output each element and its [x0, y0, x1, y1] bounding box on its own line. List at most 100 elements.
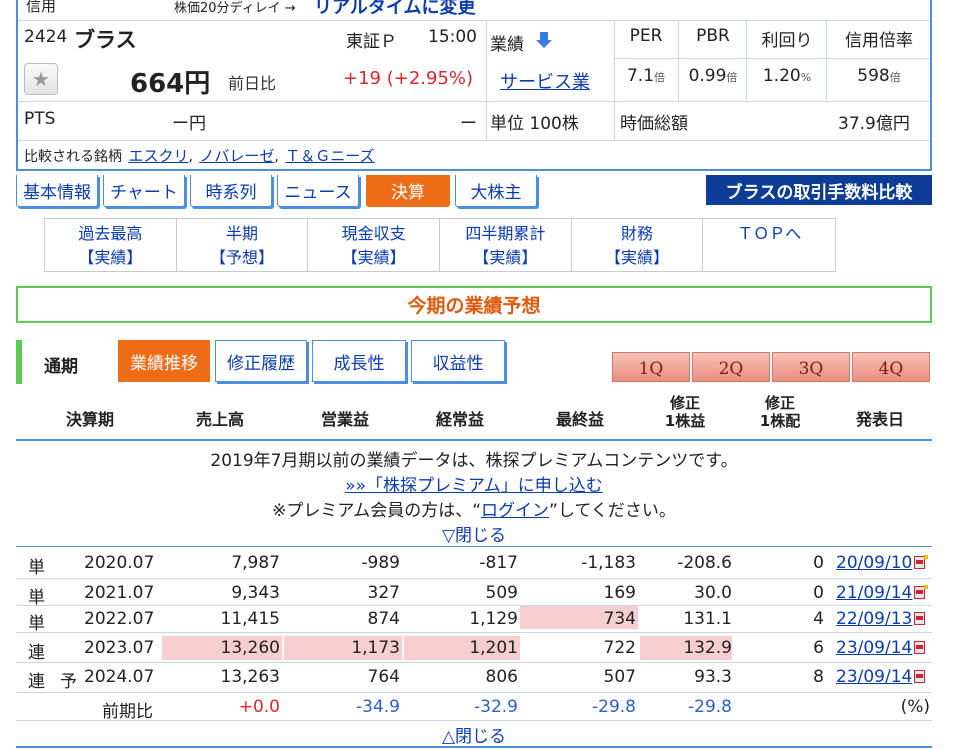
metric-pbr-value: 0.99倍 — [688, 66, 738, 86]
period-label: 通期 — [44, 357, 78, 377]
close-bottom-link[interactable]: △閉じる — [16, 722, 932, 747]
realtime-link[interactable]: リアルタイムに変更 — [314, 0, 475, 19]
col-sales: 売上高 — [195, 410, 244, 429]
metric-margin-value: 598倍 — [857, 66, 901, 86]
metric-yield-label: 利回り — [761, 31, 813, 51]
subnav-record-high[interactable]: 過去最高 【実績】 — [45, 219, 177, 271]
col-net: 最終益 — [555, 410, 604, 429]
pts-label: PTS — [24, 109, 56, 129]
tab-revision-history[interactable]: 修正履歴 — [215, 340, 307, 382]
compare-link[interactable]: エスクリ — [128, 147, 188, 165]
fee-comparison-button[interactable]: ブラスの取引手数料比較 — [706, 175, 932, 205]
forecast-title: 今期の業績予想 — [16, 286, 932, 323]
tab-growth[interactable]: 成長性 — [312, 340, 406, 382]
divider — [16, 632, 932, 633]
divider — [18, 20, 930, 21]
subnav-cash-flow[interactable]: 現金収支 【実績】 — [308, 219, 441, 271]
star-icon[interactable]: ★ — [24, 63, 58, 95]
pts-change: ー — [460, 114, 477, 134]
market-cap-value: 37.9億円 — [838, 114, 910, 134]
pdf-icon[interactable] — [914, 555, 929, 569]
price-change: +19 (+2.95%) — [343, 68, 474, 89]
tab-performance-trend[interactable]: 業績推移 — [118, 340, 210, 382]
pdf-icon[interactable] — [914, 585, 929, 599]
quarter-1q-button[interactable]: 1Q — [612, 352, 690, 382]
premium-signup: »»「株探プレミアム」に申し込む — [16, 471, 932, 496]
divider — [16, 746, 932, 748]
earnings-subnav: 過去最高 【実績】 半期 【予想】 現金収支 【実績】 四半期累計 【実績】 財務 【実績… — [44, 218, 836, 272]
market-label: 東証Ｐ — [346, 32, 397, 52]
unit-label: 単位 100株 — [490, 114, 579, 134]
pdf-icon[interactable] — [914, 670, 926, 683]
col-date: 発表日 — [855, 410, 904, 429]
compare-link[interactable]: ノバレーゼ — [199, 147, 274, 165]
divider — [826, 20, 827, 102]
divider — [16, 662, 932, 663]
header-row: 信用 株価20分ディレイ → リアルタイムに変更 — [18, 0, 930, 20]
credit-label: 信用 — [26, 0, 57, 15]
divider — [16, 720, 932, 721]
divider — [16, 692, 932, 693]
sector-link[interactable]: サービス業 — [500, 68, 590, 94]
col-period: 決算期 — [65, 410, 114, 429]
subnav-quarterly[interactable]: 四半期累計 【実績】 — [440, 219, 572, 271]
quarter-2q-button[interactable]: 2Q — [692, 352, 770, 382]
date-link[interactable]: 20/09/10 — [836, 553, 912, 573]
stock-price: 664円 — [130, 69, 211, 99]
divider — [18, 140, 930, 141]
login-link[interactable]: ログイン — [481, 501, 549, 521]
close-top-link[interactable]: ▽閉じる — [16, 521, 932, 546]
divider — [614, 58, 930, 59]
stock-info-panel: 信用 株価20分ディレイ → リアルタイムに変更 2424 ブラス 東証Ｐ 15… — [16, 0, 932, 171]
metric-yield-value: 1.20% — [762, 66, 812, 86]
subnav-top[interactable]: ＴＯＰへ — [703, 219, 835, 271]
tab-news[interactable]: ニュース — [277, 175, 359, 207]
divider — [16, 546, 932, 547]
divider — [486, 20, 487, 140]
divider — [614, 20, 615, 140]
divider — [16, 439, 932, 441]
divider — [678, 20, 679, 102]
col-operating: 営業益 — [320, 410, 369, 429]
col-ordinary: 経常益 — [435, 410, 484, 429]
price-time: 15:00 — [428, 27, 477, 47]
col-eps: 修正 1株益 — [664, 394, 706, 430]
date-link[interactable]: 22/09/13 — [836, 609, 912, 629]
performance-label[interactable]: 業績 — [490, 30, 524, 55]
pdf-icon[interactable] — [914, 612, 926, 625]
date-link[interactable]: 23/09/14 — [836, 638, 912, 658]
premium-signup-link[interactable]: »»「株探プレミアム」に申し込む — [345, 476, 603, 496]
metric-margin-label: 信用倍率 — [845, 31, 913, 51]
tab-profitability[interactable]: 収益性 — [411, 340, 505, 382]
premium-notice: 2019年7月期以前の業績データは、株探プレミアムコンテンツです。 — [210, 451, 738, 471]
stock-name: ブラス — [74, 28, 137, 52]
tab-shareholders[interactable]: 大株主 — [455, 175, 537, 207]
col-dividend: 修正 1株配 — [759, 394, 801, 430]
divider — [18, 101, 930, 102]
delay-note: 株価20分ディレイ → — [174, 1, 296, 16]
tab-earnings[interactable]: 決算 — [366, 175, 450, 207]
login-notice: ※プレミアム会員の方は、“ログイン”してください。 — [272, 501, 676, 521]
date-link[interactable]: 21/09/14 — [836, 583, 912, 603]
quarter-3q-button[interactable]: 3Q — [772, 352, 850, 382]
stock-code: 2424 — [24, 27, 68, 47]
metric-pbr-label: PBR — [696, 26, 730, 46]
pdf-icon[interactable] — [914, 641, 926, 654]
subnav-half-year[interactable]: 半期 【予想】 — [177, 219, 309, 271]
date-link[interactable]: 23/09/14 — [836, 667, 912, 687]
tab-timeseries[interactable]: 時系列 — [190, 175, 272, 207]
market-cap-label: 時価総額 — [620, 114, 688, 134]
down-arrow-icon — [536, 32, 552, 48]
divider — [746, 20, 747, 102]
divider — [16, 578, 932, 579]
tab-basic-info[interactable]: 基本情報 — [16, 175, 98, 207]
compare-stocks: 比較される銘柄 エスクリ, ノバレーゼ, Ｔ＆Ｇニーズ — [24, 147, 375, 165]
quarter-4q-button[interactable]: 4Q — [852, 352, 930, 382]
pts-price: ー円 — [172, 114, 206, 134]
section-marker — [16, 340, 22, 384]
divider — [16, 605, 932, 606]
tab-chart[interactable]: チャート — [103, 175, 185, 207]
metric-per-label: PER — [629, 26, 663, 46]
subnav-financials[interactable]: 財務 【実績】 — [572, 219, 704, 271]
compare-link[interactable]: Ｔ＆Ｇニーズ — [285, 147, 374, 165]
